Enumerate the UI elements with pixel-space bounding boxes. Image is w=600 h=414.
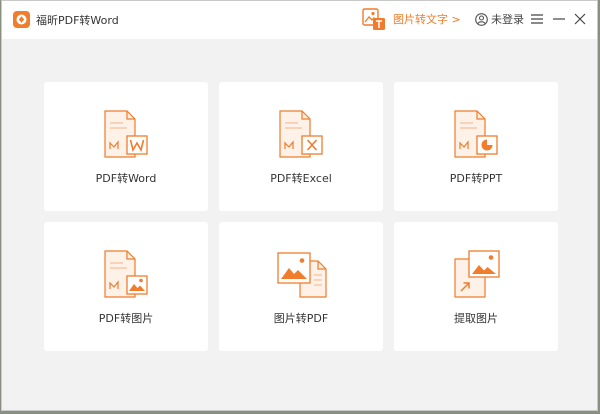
pdf-to-excel-icon [279,110,323,158]
card-label: PDF转Word [95,172,157,185]
pdf-to-image-icon [104,250,148,298]
minimize-button[interactable] [551,10,567,28]
extract-image-card[interactable]: 提取图片 [394,222,558,351]
card-label: 图片转PDF [273,312,329,325]
pdf-to-word-card[interactable]: PDF转Word [44,82,208,211]
extract-image-icon [454,250,500,298]
app-title: 福昕PDF转Word [36,14,119,27]
card-label: PDF转Excel [270,172,332,185]
image-to-pdf-icon [277,252,327,298]
login-label: 未登录 [491,13,524,26]
pdf-to-ppt-card[interactable]: PDF转PPT [394,82,558,211]
card-label: PDF转图片 [98,312,154,325]
login-button[interactable]: 未登录 [475,11,524,27]
user-icon [475,12,488,26]
card-label: PDF转PPT [449,172,503,185]
close-button[interactable] [572,10,588,28]
hamburger-menu-icon [531,14,543,24]
pdf-to-image-card[interactable]: PDF转图片 [44,222,208,351]
pdf-to-ppt-icon [454,110,498,158]
foxit-logo-icon [13,11,30,28]
app-window: 福昕PDF转Word 图片转文字 > 未登录 PDF转Word PDF转Exce… [1,0,598,411]
image-to-text-link[interactable]: 图片转文字 > [362,7,461,31]
image-to-pdf-card[interactable]: 图片转PDF [219,222,383,351]
minimize-icon [553,18,565,20]
image-to-text-label: 图片转文字 > [393,13,461,26]
title-bar: 福昕PDF转Word 图片转文字 > 未登录 [2,1,597,39]
pdf-to-word-icon [104,110,148,158]
image-to-text-icon [362,8,385,30]
card-label: 提取图片 [454,312,498,325]
pdf-to-excel-card[interactable]: PDF转Excel [219,82,383,211]
menu-button[interactable] [529,10,545,28]
close-icon [574,13,586,25]
